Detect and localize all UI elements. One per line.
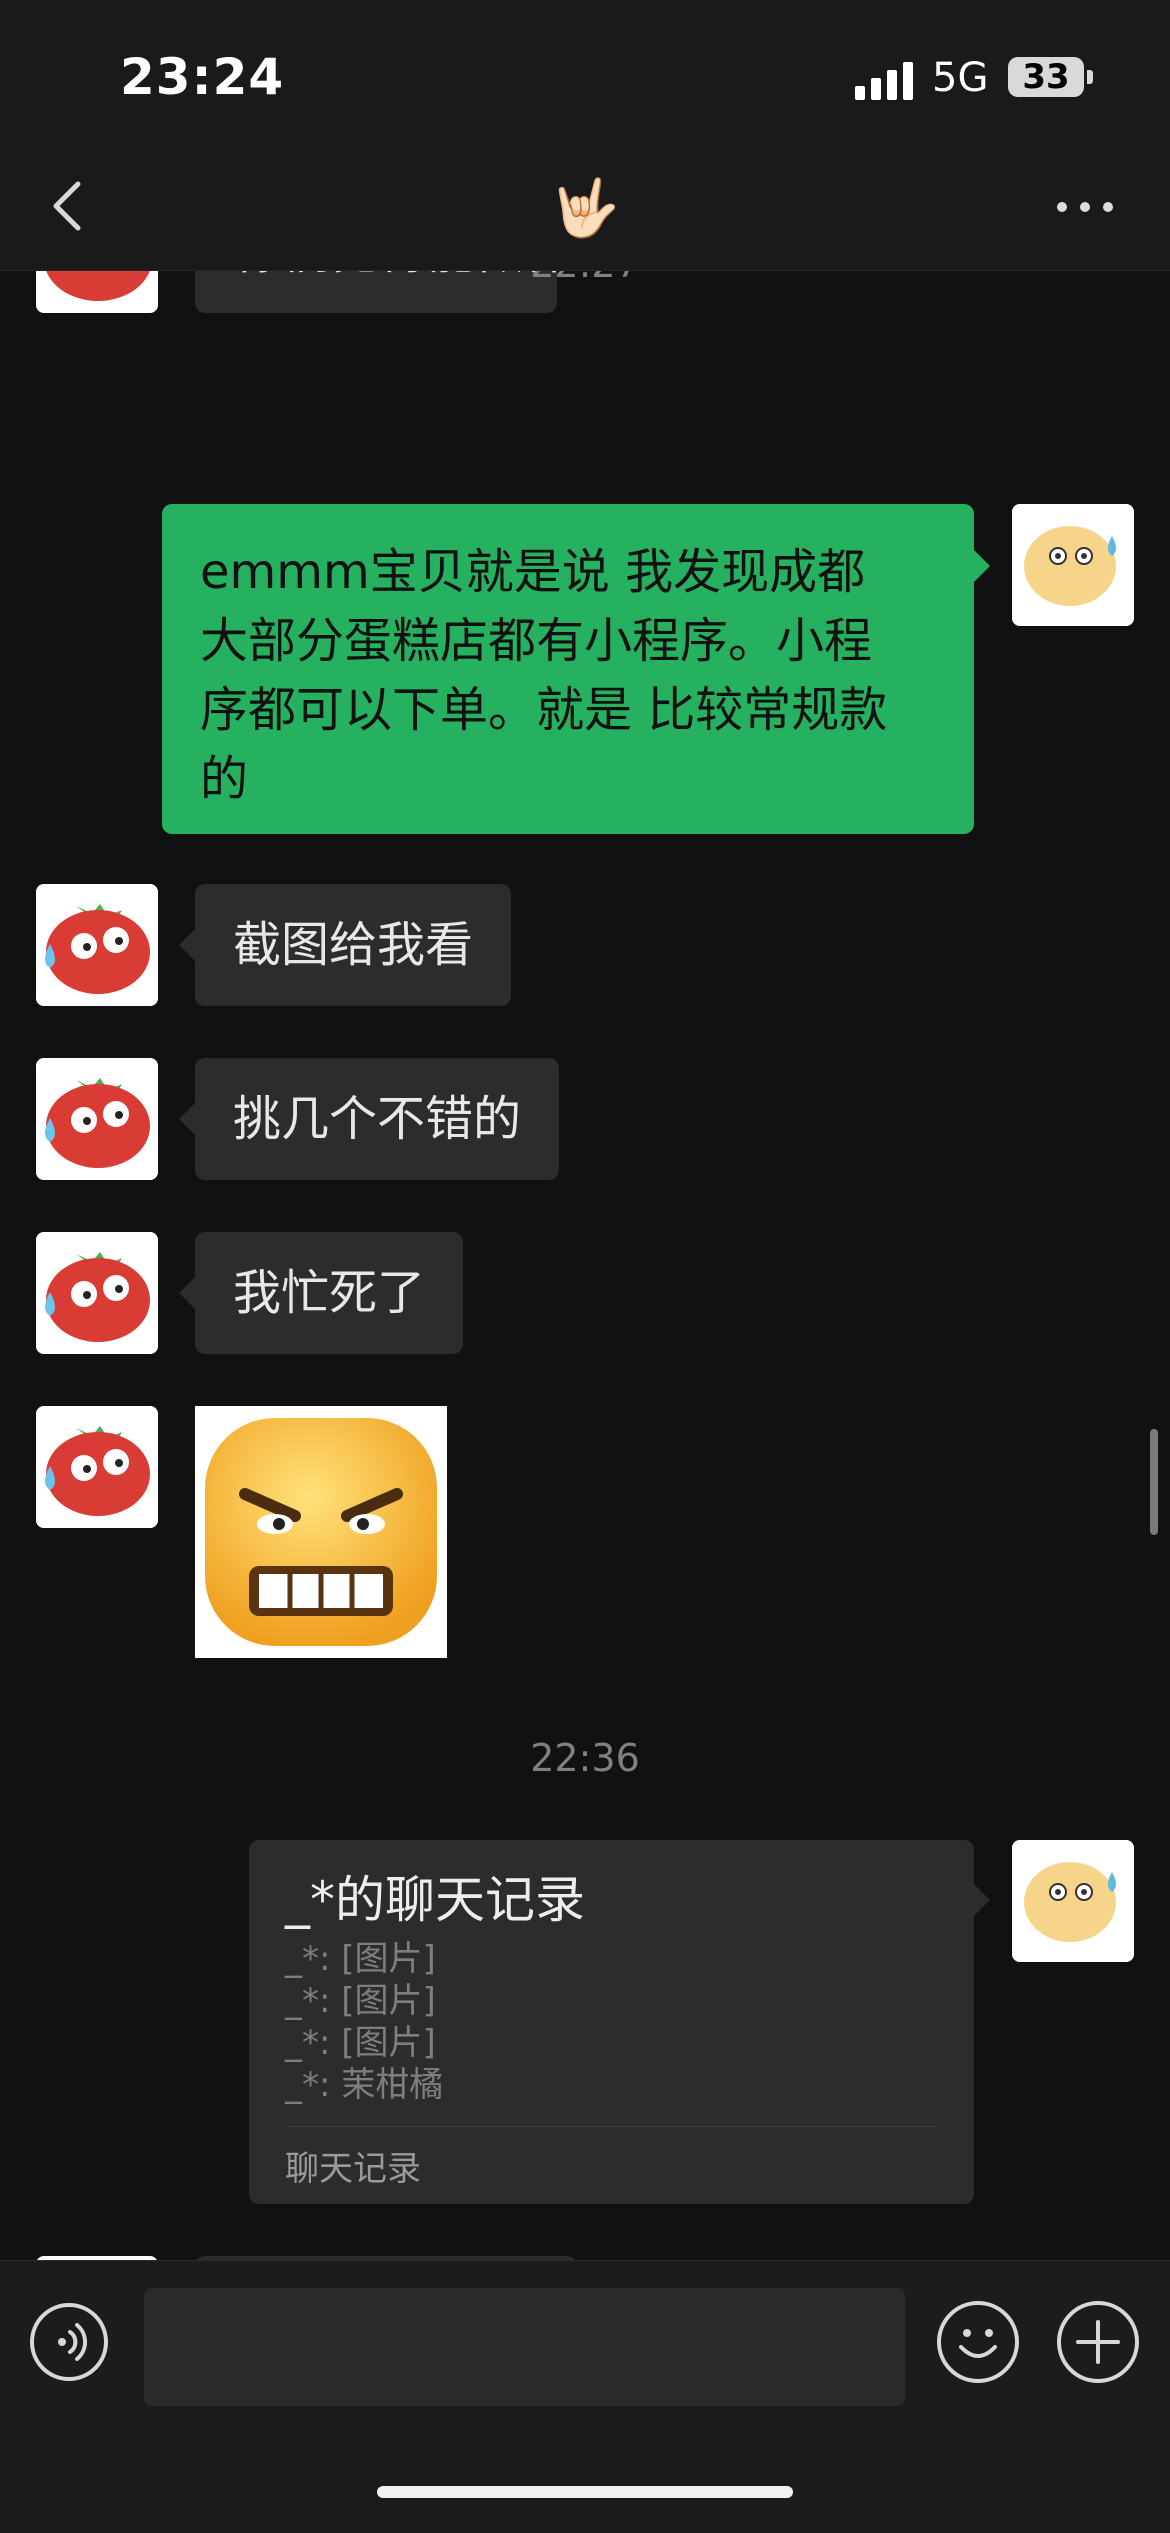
message-text-line: 序都可以下单。就是 比较常规款 <box>200 682 888 738</box>
message-text-line: emmm宝贝就是说 我发现成都 <box>200 544 866 600</box>
angry-face-sticker[interactable] <box>195 1406 447 1658</box>
network-type: 5G <box>932 55 989 101</box>
message-text: 挑几个不错的 <box>233 1091 522 1147</box>
message-bubble-incoming[interactable]: 挑几个不错的 <box>178 1058 560 1180</box>
tomato-avatar-icon <box>36 1232 158 1354</box>
message-list[interactable]: 你们觉得能做什么 22:27 emmm宝贝就是说 我发现成都 大部分蛋糕店都有小… <box>0 271 1170 2260</box>
more-button[interactable] <box>1055 180 1115 230</box>
card-footer: 聊天记录 <box>285 2126 938 2190</box>
plus-icon <box>1076 2320 1120 2364</box>
avatar-contact[interactable] <box>36 1058 158 1180</box>
card-preview-line: _*: [图片] <box>285 2023 436 2063</box>
card-preview-line: _*: 茉柑橘 <box>285 2065 444 2105</box>
message-text-line: 大部分蛋糕店都有小程序。小程 <box>200 613 873 669</box>
card-title: _*的聊天记录 <box>285 1871 585 1929</box>
message-text: 截图给我看 <box>233 917 474 973</box>
avatar-contact[interactable] <box>36 884 158 1006</box>
status-bar: 23:24 5G 33 <box>0 0 1170 150</box>
message-text-line: 的 <box>200 751 249 807</box>
chat-history-card[interactable]: _*的聊天记录 _*: [图片] _*: [图片] _*: [图片] _*: 茉… <box>249 1840 990 2204</box>
back-button[interactable] <box>40 176 100 236</box>
card-preview-line: _*: [图片] <box>285 1981 436 2021</box>
message-input[interactable] <box>144 2288 905 2406</box>
message-bubble-incoming[interactable]: 我忙死了 <box>178 1232 464 1354</box>
voice-icon <box>58 2323 88 2361</box>
chat-header: 🤟🏻 <box>0 150 1170 271</box>
tomato-avatar-icon <box>36 1058 158 1180</box>
chevron-left-icon <box>53 181 81 231</box>
avatar-contact[interactable] <box>36 1406 158 1528</box>
tomato-avatar-icon <box>36 884 158 1006</box>
tomato-avatar-icon <box>36 1406 158 1528</box>
emoji-icon <box>959 2329 997 2358</box>
message-bubble-incoming[interactable]: 截图给我看 <box>178 884 512 1006</box>
battery-tip <box>1087 70 1093 84</box>
timestamp: 22:27 <box>0 271 1170 286</box>
card-preview-line: _*: [图片] <box>285 1939 436 1979</box>
signal-icon <box>855 60 915 100</box>
battery-icon: 33 <box>1008 57 1084 97</box>
egg-avatar-icon <box>1012 504 1134 626</box>
voice-button[interactable] <box>30 2303 108 2381</box>
angry-face-icon <box>205 1418 437 1646</box>
avatar-self[interactable] <box>1012 504 1134 626</box>
plus-button[interactable] <box>1057 2301 1139 2383</box>
avatar-self[interactable] <box>1012 1840 1134 1962</box>
message-text: 我忙死了 <box>233 1265 426 1321</box>
status-time: 23:24 <box>120 48 285 106</box>
egg-avatar-icon <box>1012 1840 1134 1962</box>
ellipsis-icon <box>1057 202 1067 212</box>
avatar-contact[interactable] <box>36 1232 158 1354</box>
chat-title-emoji: 🤟🏻 <box>550 176 620 241</box>
message-bubble-outgoing[interactable]: emmm宝贝就是说 我发现成都 大部分蛋糕店都有小程序。小程 序都可以下单。就是… <box>162 504 990 834</box>
emoji-button[interactable] <box>937 2301 1019 2383</box>
timestamp: 22:36 <box>530 1736 640 1780</box>
scroll-indicator[interactable] <box>1150 1429 1158 1535</box>
home-indicator[interactable] <box>377 2486 793 2498</box>
